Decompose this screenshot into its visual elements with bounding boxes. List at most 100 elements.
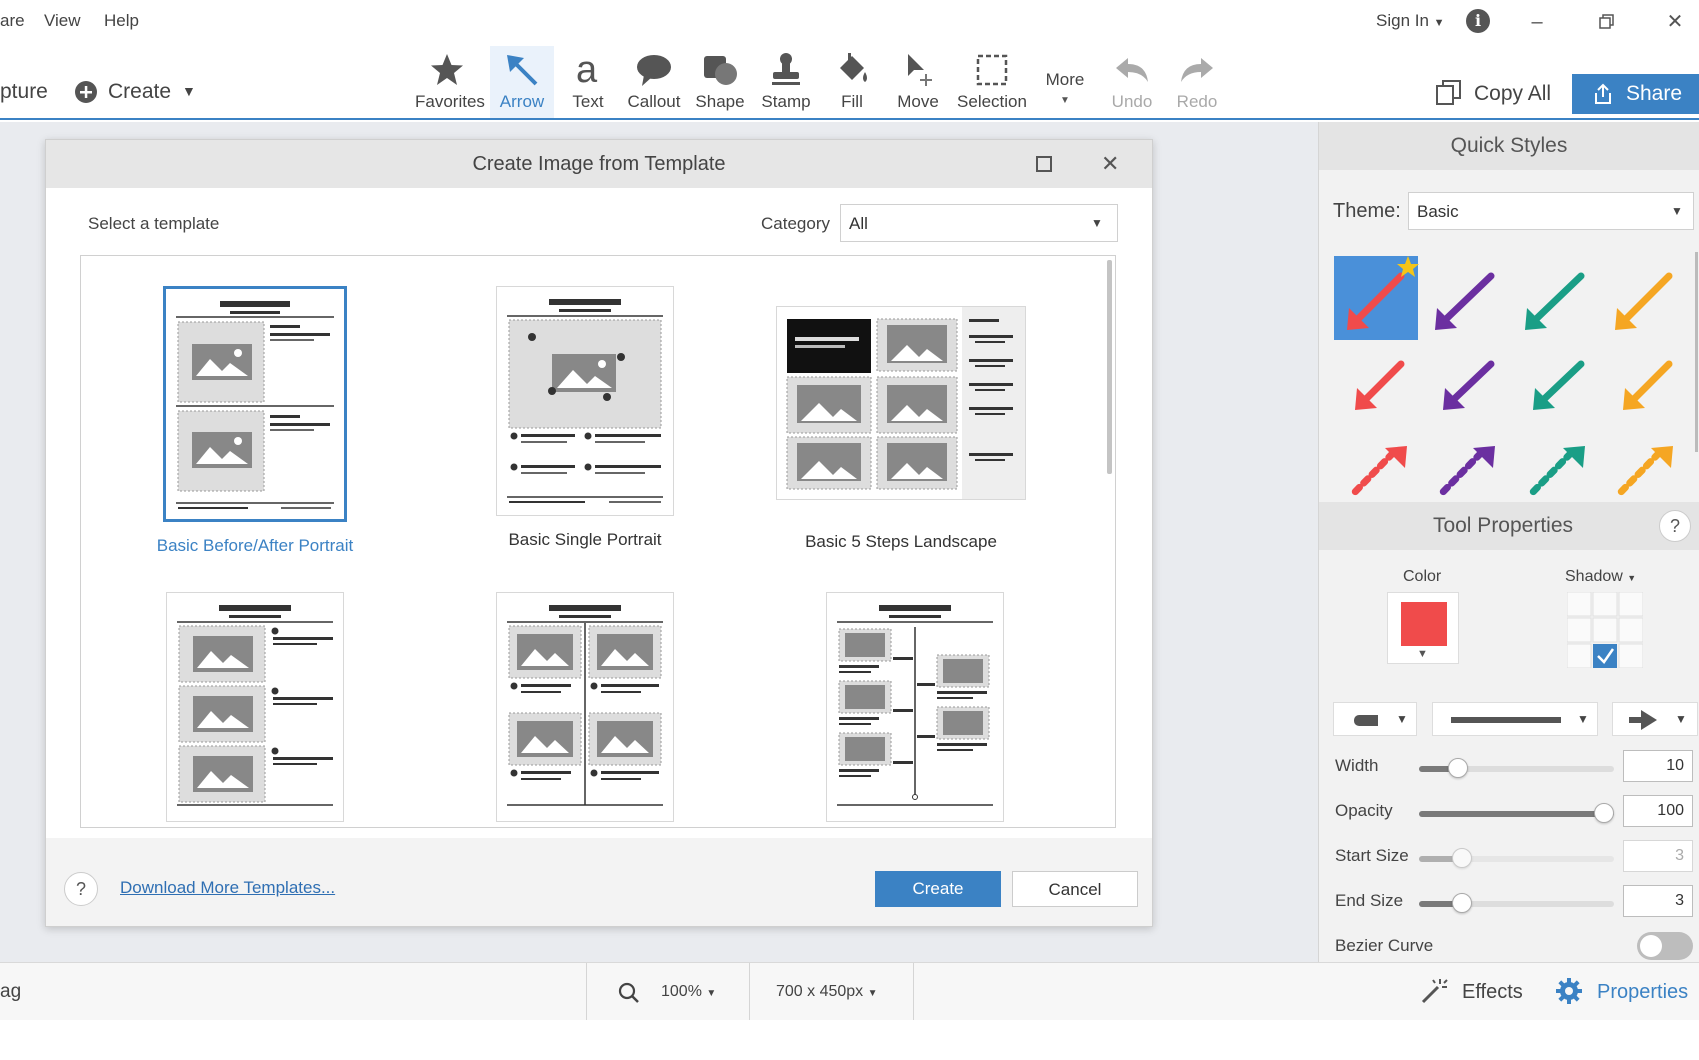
capture-button[interactable]: pture: [0, 80, 48, 104]
caret-down-icon: ▼: [867, 988, 878, 999]
status-divider: [913, 963, 914, 1021]
tool-callout[interactable]: Callout: [622, 46, 686, 118]
zoom-dropdown[interactable]: 100% ▼: [661, 983, 716, 1001]
width-input[interactable]: 10: [1623, 750, 1693, 782]
template-thumbnail: [496, 286, 674, 516]
template-card[interactable]: Basic 5 Steps Landscape: [751, 306, 1051, 552]
help-button[interactable]: ?: [1659, 510, 1691, 542]
dimensions-dropdown[interactable]: 700 x 450px ▼: [776, 983, 878, 1001]
info-icon[interactable]: i: [1466, 9, 1490, 33]
effects-label: Effects: [1462, 981, 1523, 1003]
line-cap-dropdown[interactable]: ▼: [1333, 702, 1417, 736]
dialog-title: Create Image from Template: [472, 153, 726, 175]
restore-icon[interactable]: [1592, 8, 1622, 36]
chevron-down-icon: ▼: [1577, 712, 1589, 726]
close-icon[interactable]: ✕: [1660, 8, 1690, 36]
dialog-close-icon[interactable]: ✕: [1101, 140, 1119, 188]
dialog-footer: ? Download More Templates... Create Canc…: [46, 852, 1152, 926]
share-label: Share: [1626, 82, 1683, 105]
category-select[interactable]: All ▼: [840, 204, 1118, 242]
arrowhead-dropdown[interactable]: ▼: [1612, 702, 1698, 736]
sign-in-label: Sign In: [1376, 11, 1429, 30]
tool-label: Selection: [957, 92, 1027, 111]
theme-label: Theme:: [1333, 200, 1401, 222]
help-button[interactable]: ?: [64, 872, 98, 906]
create-template-button[interactable]: Create: [875, 871, 1001, 907]
tool-move[interactable]: Move: [886, 46, 950, 118]
tool-undo[interactable]: Undo: [1100, 46, 1164, 118]
end-size-label: End Size: [1335, 891, 1404, 910]
fill-icon: [840, 53, 867, 82]
template-name: Basic Single Portrait: [508, 530, 662, 549]
tool-fill[interactable]: Fill: [820, 46, 884, 118]
arrow-icon: [507, 55, 538, 86]
tool-favorites[interactable]: Favorites: [415, 46, 485, 118]
width-slider[interactable]: [1419, 758, 1614, 778]
end-size-slider[interactable]: [1419, 893, 1614, 913]
caret-down-icon: ▼: [182, 83, 196, 99]
minimize-icon[interactable]: –: [1522, 8, 1552, 36]
start-size-input[interactable]: 3: [1623, 840, 1693, 872]
tool-label: Move: [897, 92, 939, 111]
tool-selection[interactable]: Selection: [955, 46, 1029, 118]
start-size-slider[interactable]: [1419, 848, 1614, 868]
tool-label: Text: [572, 92, 604, 111]
template-card[interactable]: Basic Single Portrait: [455, 286, 715, 550]
cancel-button[interactable]: Cancel: [1012, 871, 1138, 907]
caret-down-icon: ▼: [706, 988, 717, 999]
menu-bar: are View Help Sign In ▼ i – ✕: [0, 0, 1699, 42]
sign-in-button[interactable]: Sign In ▼: [1376, 11, 1445, 31]
plus-circle-icon: [75, 81, 97, 103]
tool-redo[interactable]: Redo: [1165, 46, 1229, 118]
arrowhead-icon: [1629, 710, 1657, 730]
bezier-curve-label: Bezier Curve: [1335, 936, 1434, 955]
template-card[interactable]: [125, 592, 385, 827]
template-name: Basic Before/After Portrait: [156, 536, 354, 555]
styles-scrollbar[interactable]: [1695, 252, 1698, 452]
tool-arrow[interactable]: Arrow: [490, 46, 554, 118]
tool-properties-title: Tool Properties: [1432, 514, 1574, 537]
selection-icon: [976, 54, 1008, 86]
chevron-down-icon: ▼: [1675, 712, 1687, 726]
line-style-dropdown[interactable]: ▼: [1432, 702, 1598, 736]
template-name: Basic 5 Steps Landscape: [805, 532, 997, 551]
bottom-strip: [0, 1020, 1699, 1060]
right-panel: Quick Styles Theme: Basic ▼ Tool Propert…: [1318, 122, 1699, 962]
menu-item-view[interactable]: View: [44, 11, 81, 31]
opacity-input[interactable]: 100: [1623, 795, 1693, 827]
theme-select[interactable]: Basic ▼: [1408, 192, 1694, 230]
tool-label: Callout: [627, 92, 681, 111]
share-button[interactable]: Share: [1572, 74, 1699, 114]
toolbar: pture Create ▼ Favorites Arrow a Text Ca…: [0, 42, 1699, 120]
zoom-search-icon[interactable]: [618, 982, 640, 1004]
tool-text[interactable]: a Text: [556, 46, 620, 118]
cap-preview: [1354, 715, 1378, 726]
template-card[interactable]: [455, 592, 715, 827]
opacity-slider[interactable]: [1419, 803, 1614, 823]
template-card[interactable]: Basic Before/After Portrait: [125, 286, 385, 556]
tool-shape[interactable]: Shape: [688, 46, 752, 118]
menu-item-help[interactable]: Help: [104, 11, 139, 31]
shadow-direction-grid[interactable]: [1566, 591, 1644, 669]
caret-down-icon: ▼: [1433, 17, 1445, 29]
scrollbar-thumb[interactable]: [1107, 260, 1112, 474]
select-template-label: Select a template: [88, 214, 220, 233]
download-templates-link[interactable]: Download More Templates...: [120, 878, 335, 898]
status-divider: [586, 963, 587, 1021]
end-size-input[interactable]: 3: [1623, 885, 1693, 917]
magic-wand-icon: [1421, 979, 1448, 1004]
bezier-curve-toggle[interactable]: [1637, 932, 1693, 960]
category-label: Category: [761, 214, 830, 233]
zoom-value: 100%: [661, 983, 702, 1000]
tool-more[interactable]: More ▼: [1033, 46, 1097, 118]
color-picker[interactable]: ▼: [1387, 592, 1459, 664]
shadow-dropdown[interactable]: Shadow ▼: [1565, 568, 1636, 586]
width-label: Width: [1335, 756, 1379, 775]
color-label: Color: [1403, 568, 1442, 585]
template-card[interactable]: [785, 592, 1045, 827]
move-icon: [908, 54, 932, 86]
three-steps-portrait-preview: [177, 605, 333, 806]
maximize-icon[interactable]: [1036, 156, 1052, 172]
tool-stamp[interactable]: Stamp: [754, 46, 818, 118]
menu-item-share[interactable]: are: [0, 11, 25, 31]
